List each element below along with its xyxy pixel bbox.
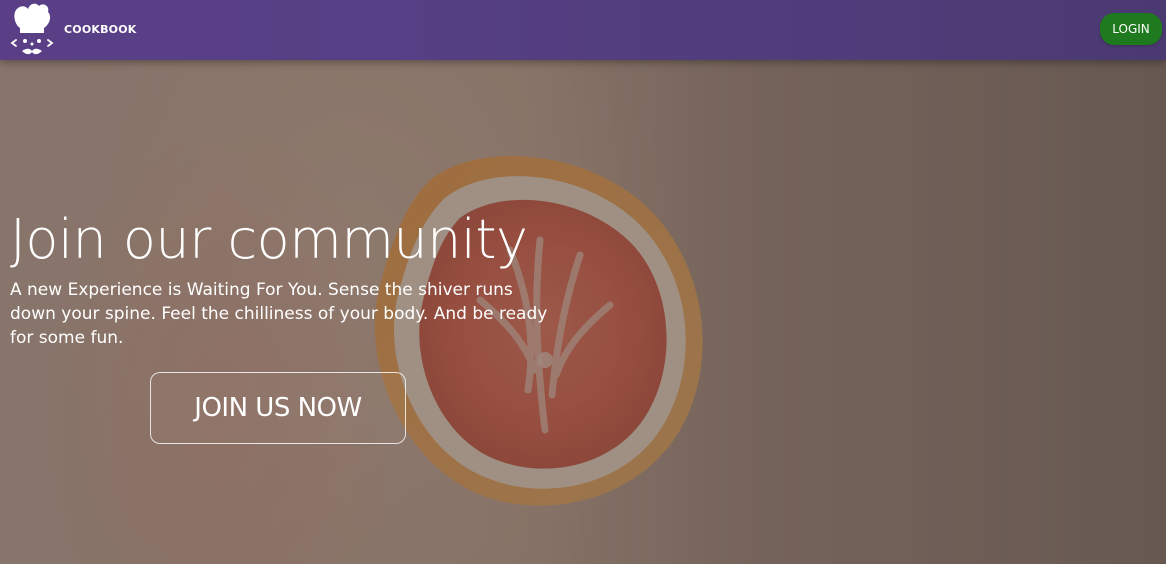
hero-title: Join our community xyxy=(10,208,528,271)
login-button[interactable]: LOGIN xyxy=(1100,13,1162,45)
top-navbar: COOKBOOK LOGIN xyxy=(0,0,1166,60)
brand-link[interactable]: COOKBOOK xyxy=(4,0,137,60)
join-us-now-button[interactable]: JOIN US NOW xyxy=(150,372,406,444)
hero-section: Join our community A new Experience is W… xyxy=(10,210,570,351)
landing-page: COOKBOOK LOGIN Join our community A new … xyxy=(0,0,1166,564)
chef-hat-face-icon xyxy=(10,3,54,55)
brand-name: COOKBOOK xyxy=(64,22,137,36)
hero-subtitle: A new Experience is Waiting For You. Sen… xyxy=(10,280,548,348)
